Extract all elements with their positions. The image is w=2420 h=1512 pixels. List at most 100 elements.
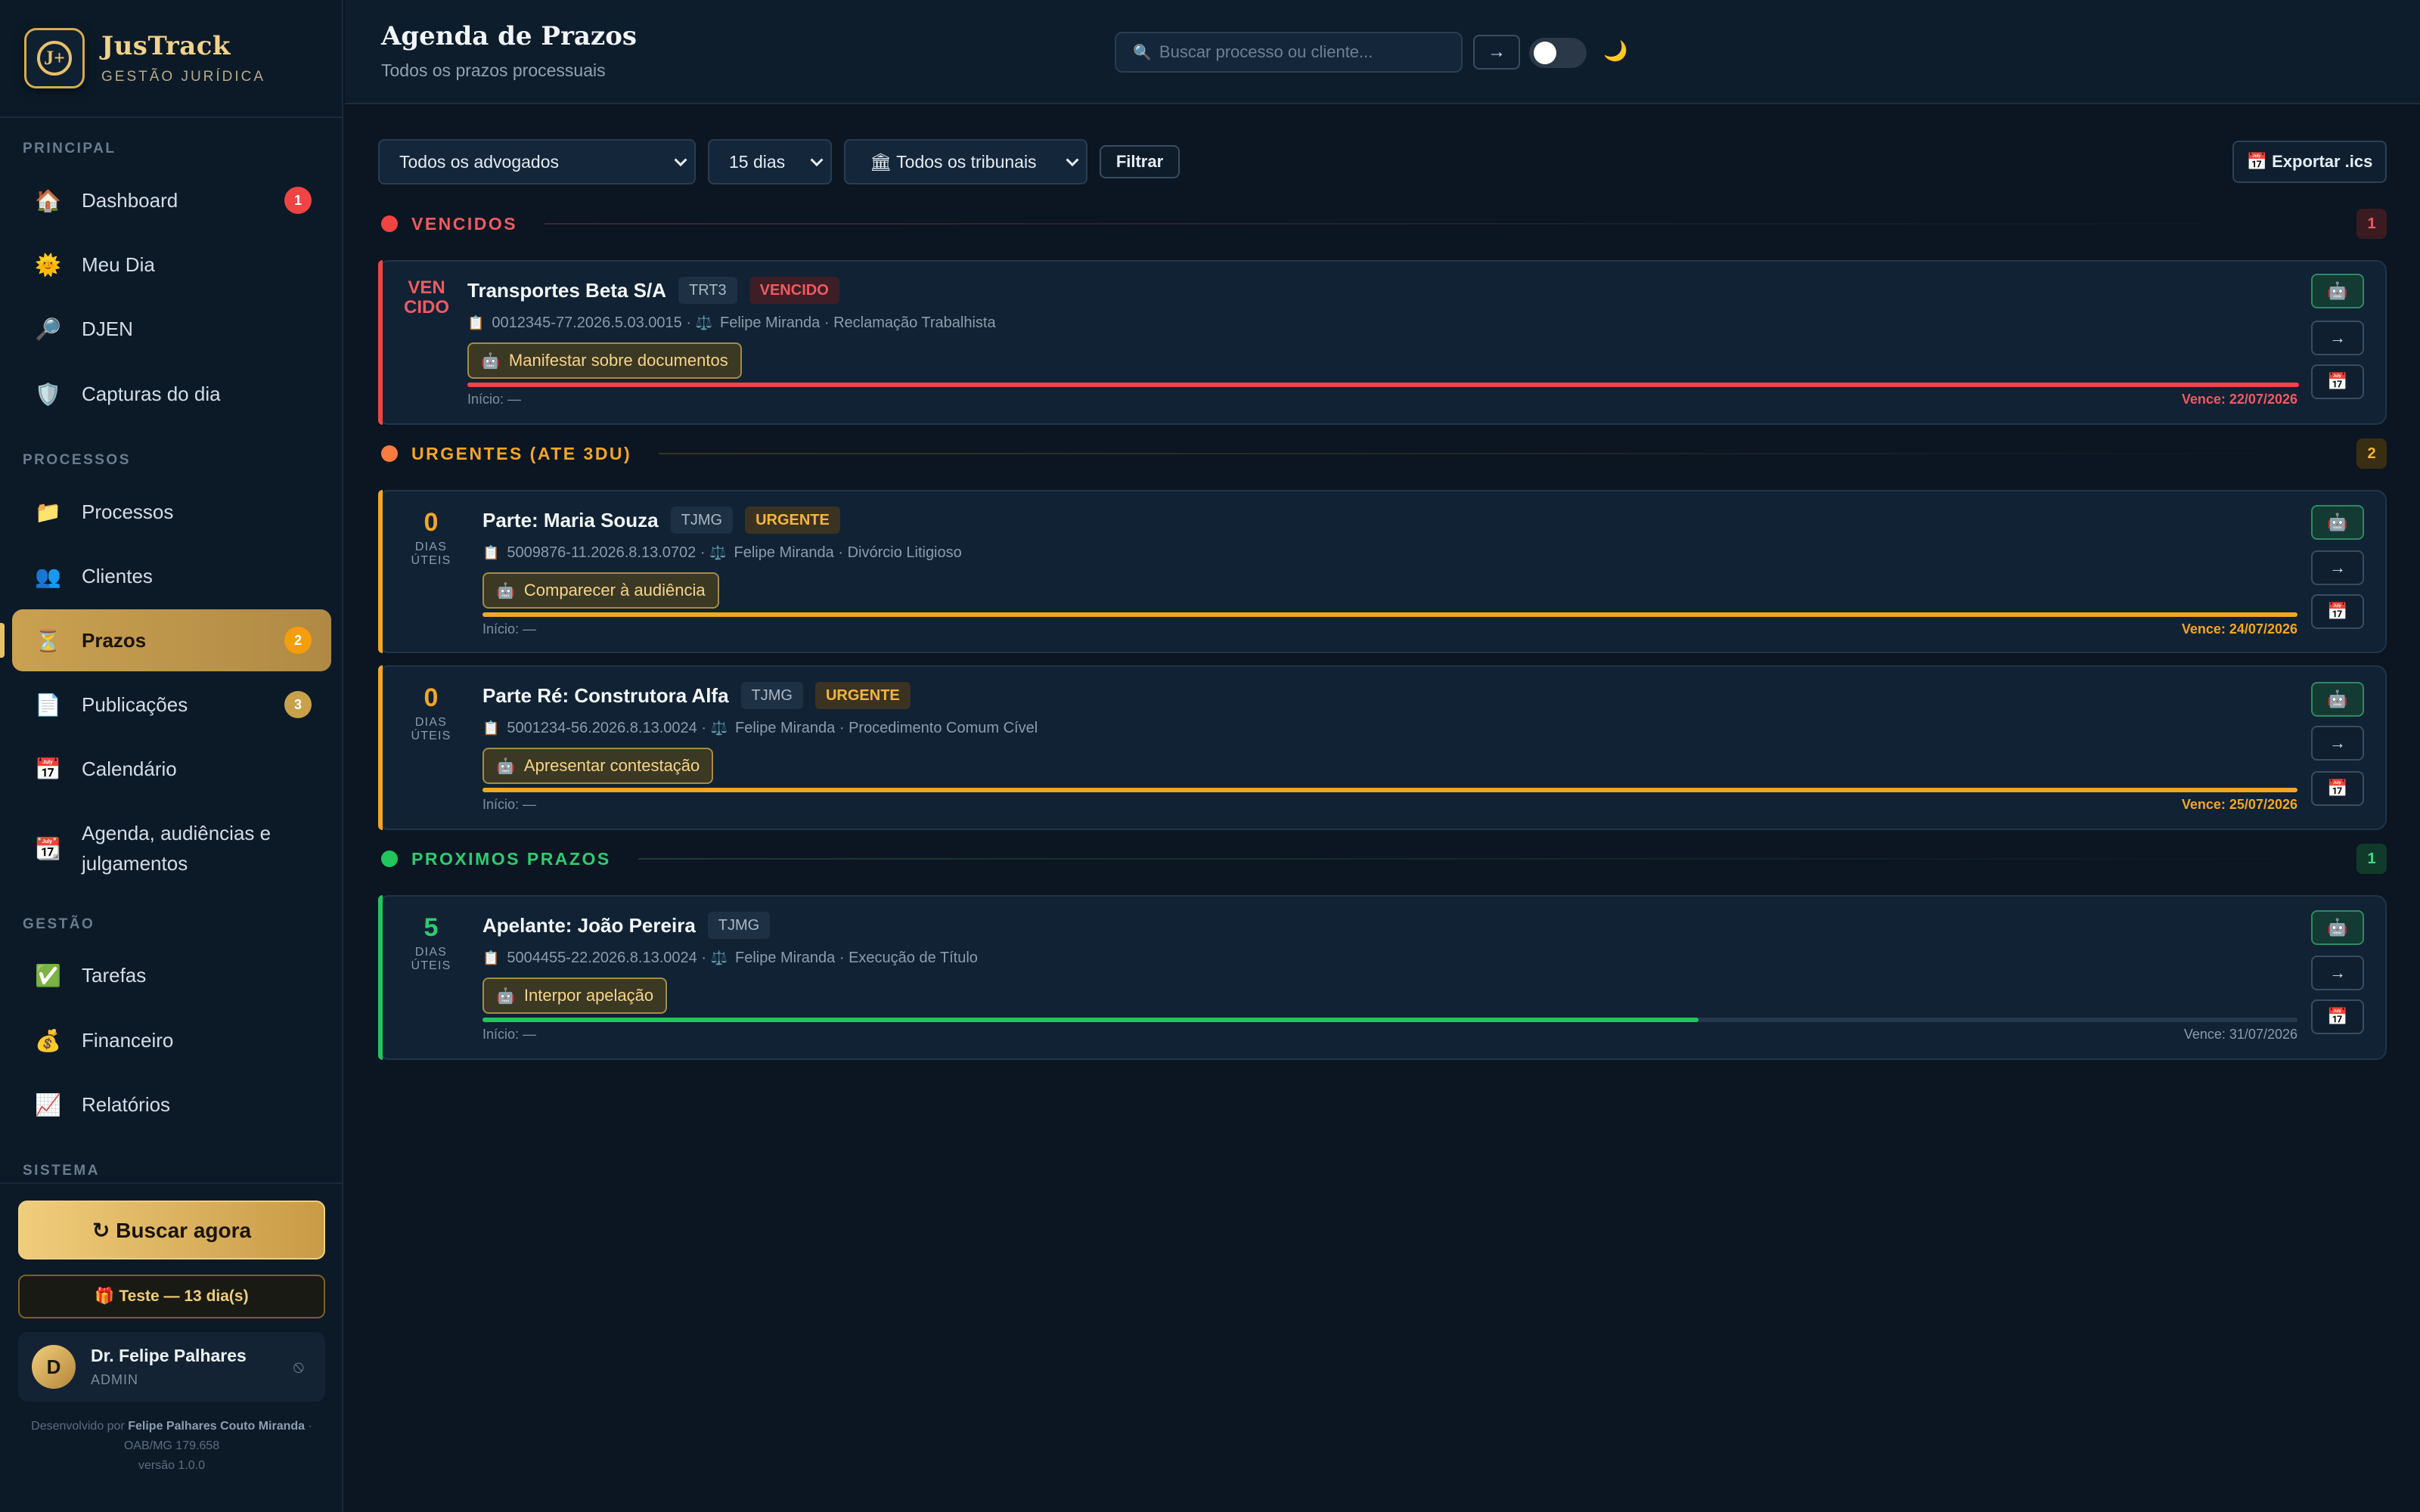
sidebar-item-djen[interactable]: 🔎 DJEN [12, 298, 331, 360]
magnifier-icon: 🔎 [35, 317, 61, 341]
card-body: Parte Ré: Construtora Alfa TJMG URGENTE … [482, 680, 2296, 784]
calendar-icon: 📅 [2327, 372, 2348, 391]
days-indicator: 0 DIAS ÚTEIS [393, 508, 469, 568]
whatsapp-button[interactable]: 🤖 [2311, 682, 2364, 717]
section-vencidos: VENCIDOS 1 [381, 209, 2387, 239]
card-title: Parte: Maria Souza [482, 508, 659, 531]
whatsapp-button[interactable]: 🤖 [2311, 910, 2364, 945]
due-date: Vence: 22/07/2026 [2181, 392, 2297, 407]
trial-button[interactable]: 🎁 Teste — 13 dia(s) [18, 1275, 325, 1318]
arrow-right-icon: → [2329, 328, 2346, 347]
period-select-value: 15 dias [729, 151, 786, 172]
start-date: Início: — [467, 392, 522, 407]
open-process-button[interactable]: → [2311, 321, 2364, 355]
robot-icon: 🤖 [481, 352, 500, 370]
open-process-button[interactable]: → [2311, 726, 2364, 761]
money-bag-icon: 💰 [35, 1028, 61, 1052]
status-dot [381, 850, 398, 867]
period-select[interactable]: 15 dias [708, 139, 832, 184]
sidebar-item-dashboard[interactable]: 🏠 Dashboard 1 [12, 169, 331, 231]
credit-name: Felipe Palhares Couto Miranda [128, 1420, 306, 1433]
action-type: Procedimento Comum Cível [849, 720, 1038, 736]
section-count-badge: 1 [2356, 209, 2387, 239]
start-date: Início: — [482, 621, 537, 637]
sidebar-item-clientes[interactable]: 👥 Clientes [12, 545, 331, 607]
section-count-badge: 2 [2356, 438, 2387, 469]
due-date: Vence: 24/07/2026 [2181, 621, 2297, 637]
deadline-card[interactable]: VEN CIDO Transportes Beta S/A TRT3 VENCI… [378, 260, 2387, 425]
open-process-button[interactable]: → [2311, 956, 2364, 990]
status-bar [378, 895, 383, 1060]
scales-icon: ⚖️ [695, 315, 712, 330]
add-calendar-button[interactable]: 📅 [2311, 364, 2364, 399]
robot-icon: 🤖 [496, 987, 515, 1005]
chevron-down-icon [1066, 153, 1079, 167]
sidebar-item-label: Publicações [82, 693, 188, 716]
section-title: VENCIDOS [411, 213, 518, 234]
open-process-button[interactable]: → [2311, 550, 2364, 585]
user-name: Dr. Felipe Palhares [91, 1346, 247, 1365]
deadline-card[interactable]: 0 DIAS ÚTEIS Parte: Maria Souza TJMG URG… [378, 490, 2387, 653]
add-calendar-button[interactable]: 📅 [2311, 999, 2364, 1034]
sidebar-item-prazos[interactable]: ⏳ Prazos 2 [0, 609, 331, 671]
sidebar-item-label: Clientes [82, 565, 153, 587]
add-calendar-button[interactable]: 📅 [2311, 771, 2364, 806]
scales-icon: ⚖️ [710, 720, 728, 736]
progress-bar [482, 612, 2297, 617]
sidebar-item-publicacoes[interactable]: 📄 Publicações 3 [12, 674, 331, 736]
process-number: 5009876-11.2026.8.13.0702 [507, 544, 697, 561]
search-input[interactable]: 🔍 Buscar processo ou cliente... [1115, 32, 1463, 73]
sidebar-item-label: Financeiro [82, 1029, 174, 1052]
sidebar-item-label: Dashboard [82, 189, 178, 212]
days-indicator: 5 DIAS ÚTEIS [393, 913, 469, 973]
theme-toggle[interactable] [1529, 38, 1587, 68]
process-number: 0012345-77.2026.5.03.0015 [492, 314, 682, 331]
start-date: Início: — [482, 797, 537, 812]
logout-icon[interactable]: ⦸ [293, 1357, 304, 1377]
robot-icon: 🤖 [2327, 513, 2348, 531]
sidebar-item-label: Prazos [82, 629, 147, 652]
sidebar-item-capturas[interactable]: 🛡️ Capturas do dia [12, 363, 331, 425]
avatar: D [32, 1345, 76, 1389]
brand[interactable]: J+ JusTrack GESTÃO JURÍDICA [0, 0, 342, 118]
sidebar-item-relatorios[interactable]: 📈 Relatórios [12, 1074, 331, 1136]
court-select[interactable]: 🏛 Todos os tribunais [844, 139, 1087, 184]
task-label: Interpor apelação [523, 986, 654, 1005]
sidebar-item-processos[interactable]: 📁 Processos [12, 481, 331, 543]
sidebar-item-agenda[interactable]: 📆 Agenda, audiências e julgamentos [12, 812, 331, 885]
clipboard-icon: 📋 [482, 950, 500, 965]
sidebar-item-tarefas[interactable]: ✅ Tarefas [12, 944, 331, 1006]
search-icon: 🔍 [1133, 44, 1152, 61]
days-count: 0 [424, 508, 439, 537]
divider [0, 1182, 342, 1184]
status-dot [381, 215, 398, 232]
search-go-button[interactable]: → [1473, 35, 1520, 70]
sidebar-item-financeiro[interactable]: 💰 Financeiro [12, 1009, 331, 1071]
lawyer-name: Felipe Miranda [734, 950, 836, 966]
logo-icon: J+ [24, 28, 85, 88]
calendar-icon: 📅 [2327, 602, 2348, 621]
add-calendar-button[interactable]: 📅 [2311, 594, 2364, 629]
chevron-down-icon [810, 153, 824, 167]
lawyer-select[interactable]: Todos os advogados [378, 139, 696, 184]
progress-bar [482, 1018, 2297, 1022]
filter-button[interactable]: Filtrar [1100, 145, 1180, 178]
page-subtitle: Todos os prazos processuais [381, 60, 606, 80]
sidebar-item-label: Relatórios [82, 1093, 171, 1116]
sidebar-item-calendario[interactable]: 📅 Calendário [12, 738, 331, 800]
sidebar-item-meu-dia[interactable]: 🌞 Meu Dia [12, 234, 331, 296]
notification-badge: 2 [284, 627, 312, 654]
credit-prefix: Desenvolvido por [31, 1420, 129, 1433]
buscar-agora-button[interactable]: ↻ Buscar agora [18, 1201, 325, 1259]
deadline-card[interactable]: 5 DIAS ÚTEIS Apelante: João Pereira TJMG… [378, 895, 2387, 1060]
shield-icon: 🛡️ [35, 382, 61, 406]
deadline-card[interactable]: 0 DIAS ÚTEIS Parte Ré: Construtora Alfa … [378, 665, 2387, 830]
user-card[interactable]: D Dr. Felipe Palhares ADMIN ⦸ [18, 1332, 325, 1402]
arrow-right-icon: → [2329, 963, 2346, 982]
sidebar-item-label: Processos [82, 500, 174, 523]
robot-icon: 🤖 [2327, 689, 2348, 708]
card-body: Transportes Beta S/A TRT3 VENCIDO 📋 0012… [467, 275, 2296, 379]
export-ics-button[interactable]: 📅 Exportar .ics [2232, 141, 2387, 183]
whatsapp-button[interactable]: 🤖 [2311, 274, 2364, 308]
whatsapp-button[interactable]: 🤖 [2311, 505, 2364, 540]
